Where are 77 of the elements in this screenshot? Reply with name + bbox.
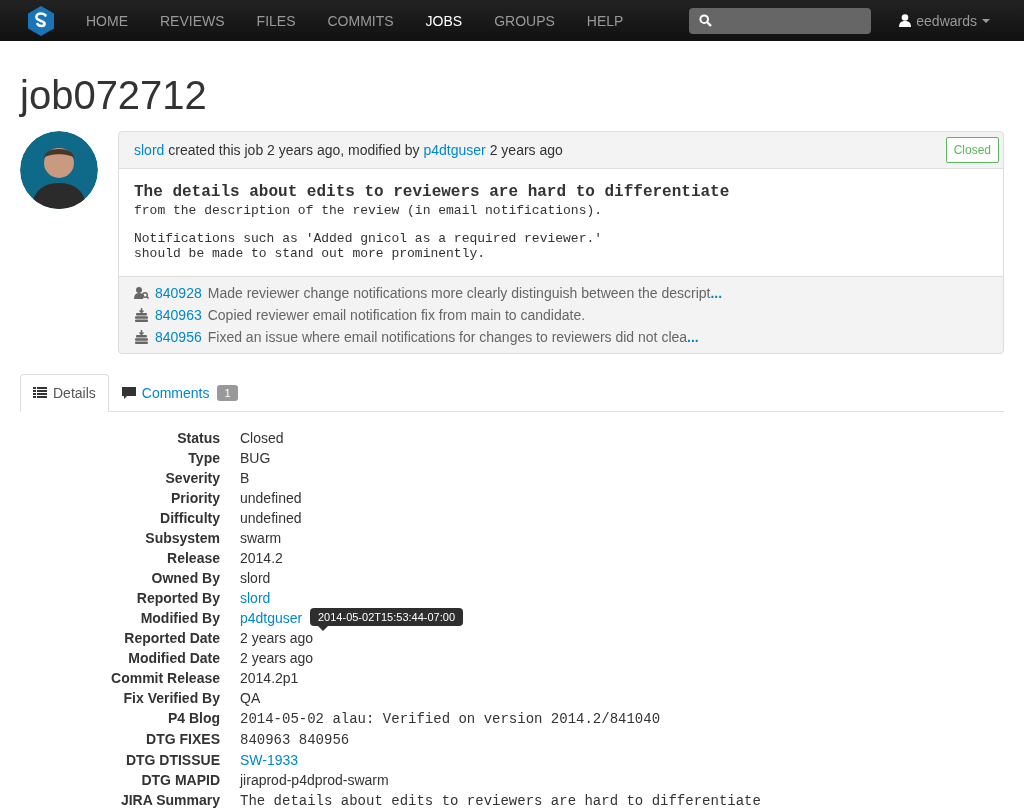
- field-value: 2 years ago: [240, 650, 314, 666]
- more-link[interactable]: ...: [710, 285, 723, 301]
- nav-link[interactable]: FILES: [240, 0, 312, 41]
- field-label: DTG MAPID: [140, 771, 220, 790]
- description-title: The details about edits to reviewers are hard to differentiate: [134, 183, 731, 201]
- field-label: Subsystem: [144, 529, 220, 548]
- field-label: Reported By: [135, 589, 220, 608]
- field-label: JIRA Summary: [119, 791, 220, 810]
- field-value: undefined: [240, 490, 302, 506]
- nav-link[interactable]: REVIEWS: [144, 0, 241, 41]
- job-title: job072712: [20, 72, 208, 119]
- field-value: 2 years ago: [240, 630, 314, 646]
- field-value: 2014.2: [240, 550, 283, 566]
- tab[interactable]: Comments 1: [108, 374, 251, 412]
- field-label: Release: [166, 549, 220, 568]
- tab[interactable]: Details: [20, 374, 109, 412]
- field-value: undefined: [240, 510, 302, 526]
- field-label: DTG DTISSUE: [124, 751, 220, 770]
- user-menu[interactable]: eedwards: [916, 12, 977, 29]
- search-icon: [699, 14, 713, 27]
- nav-link[interactable]: HELP: [570, 0, 640, 41]
- nav-link[interactable]: GROUPS: [478, 0, 571, 41]
- field-link[interactable]: SW-1933: [240, 752, 299, 768]
- more-link[interactable]: ...: [687, 329, 699, 345]
- field-label: Type: [187, 449, 220, 468]
- stack-icon: [134, 330, 149, 344]
- job-history-text: slord created this job 2 years ago, modified by p4dtguser 2 years ago: [134, 142, 563, 158]
- field-label: Modified Date: [127, 649, 220, 668]
- user-search-icon: [134, 286, 149, 300]
- field-value: Closed: [240, 430, 284, 446]
- tooltip-arrow: [318, 626, 328, 631]
- description-text: from the description of the review (in email notifications).: [134, 203, 604, 218]
- change-link[interactable]: 840928: [155, 284, 202, 302]
- description-text: Notifications such as 'Added gnicol as a required reviewer.' should be made to stand out more prominently.: [134, 231, 604, 261]
- user-link[interactable]: p4dtguser: [423, 142, 486, 158]
- status-badge: Closed: [945, 137, 999, 163]
- change-link[interactable]: 840963: [155, 306, 202, 324]
- caret-icon: [982, 18, 990, 23]
- speech-bubble-icon: [121, 387, 136, 399]
- field-value: BUG: [240, 450, 271, 466]
- nav-link[interactable]: HOME: [70, 0, 144, 41]
- field-label: Commit Release: [110, 669, 220, 688]
- stack-icon: [134, 308, 149, 322]
- field-link[interactable]: p4dtguser: [240, 610, 303, 626]
- field-value: swarm: [240, 530, 282, 546]
- user-icon: [899, 14, 912, 27]
- field-value: QA: [240, 690, 261, 706]
- field-value: 2014-05-02 alau: Verified on version 2014.2/841040: [240, 711, 661, 727]
- user-link[interactable]: slord: [134, 142, 165, 158]
- field-link[interactable]: slord: [240, 590, 271, 606]
- list-icon: [33, 387, 47, 399]
- field-label: Priority: [170, 489, 220, 508]
- nav-link[interactable]: JOBS: [409, 0, 479, 41]
- field-label: Status: [176, 429, 220, 448]
- logo-icon[interactable]: [28, 5, 54, 36]
- field-value: 2014.2p1: [240, 670, 299, 686]
- change-link[interactable]: 840956: [155, 328, 202, 346]
- field-value: slord: [240, 570, 271, 586]
- field-value: 840963 840956: [240, 732, 350, 748]
- search-field[interactable]: [689, 7, 872, 34]
- field-label: Difficulty: [159, 509, 220, 528]
- change-description: Copied reviewer email notification fix from main to candidate.: [207, 306, 586, 324]
- field-value: jiraprod-p4dprod-swarm: [240, 772, 389, 788]
- field-label: Severity: [164, 469, 220, 488]
- count-badge: 1: [217, 385, 238, 401]
- change-description: Made reviewer change notifications more clearly distinguish between the descript...: [207, 284, 723, 302]
- field-label: Reported Date: [123, 629, 220, 648]
- change-description: Fixed an issue where email notifications for changes to reviewers did not clea...: [207, 328, 699, 346]
- field-label: Fix Verified By: [122, 689, 220, 708]
- field-label: Modified By: [139, 609, 220, 628]
- tooltip: 2014-05-02T15:53:44-07:00: [310, 608, 463, 626]
- field-label: DTG FIXES: [145, 730, 220, 749]
- field-label: Owned By: [150, 569, 220, 588]
- field-value: The details about edits to reviewers are hard to differentiate: [240, 793, 761, 809]
- field-label: P4 Blog: [166, 709, 220, 728]
- nav-link[interactable]: COMMITS: [311, 0, 410, 41]
- field-value: B: [240, 470, 250, 486]
